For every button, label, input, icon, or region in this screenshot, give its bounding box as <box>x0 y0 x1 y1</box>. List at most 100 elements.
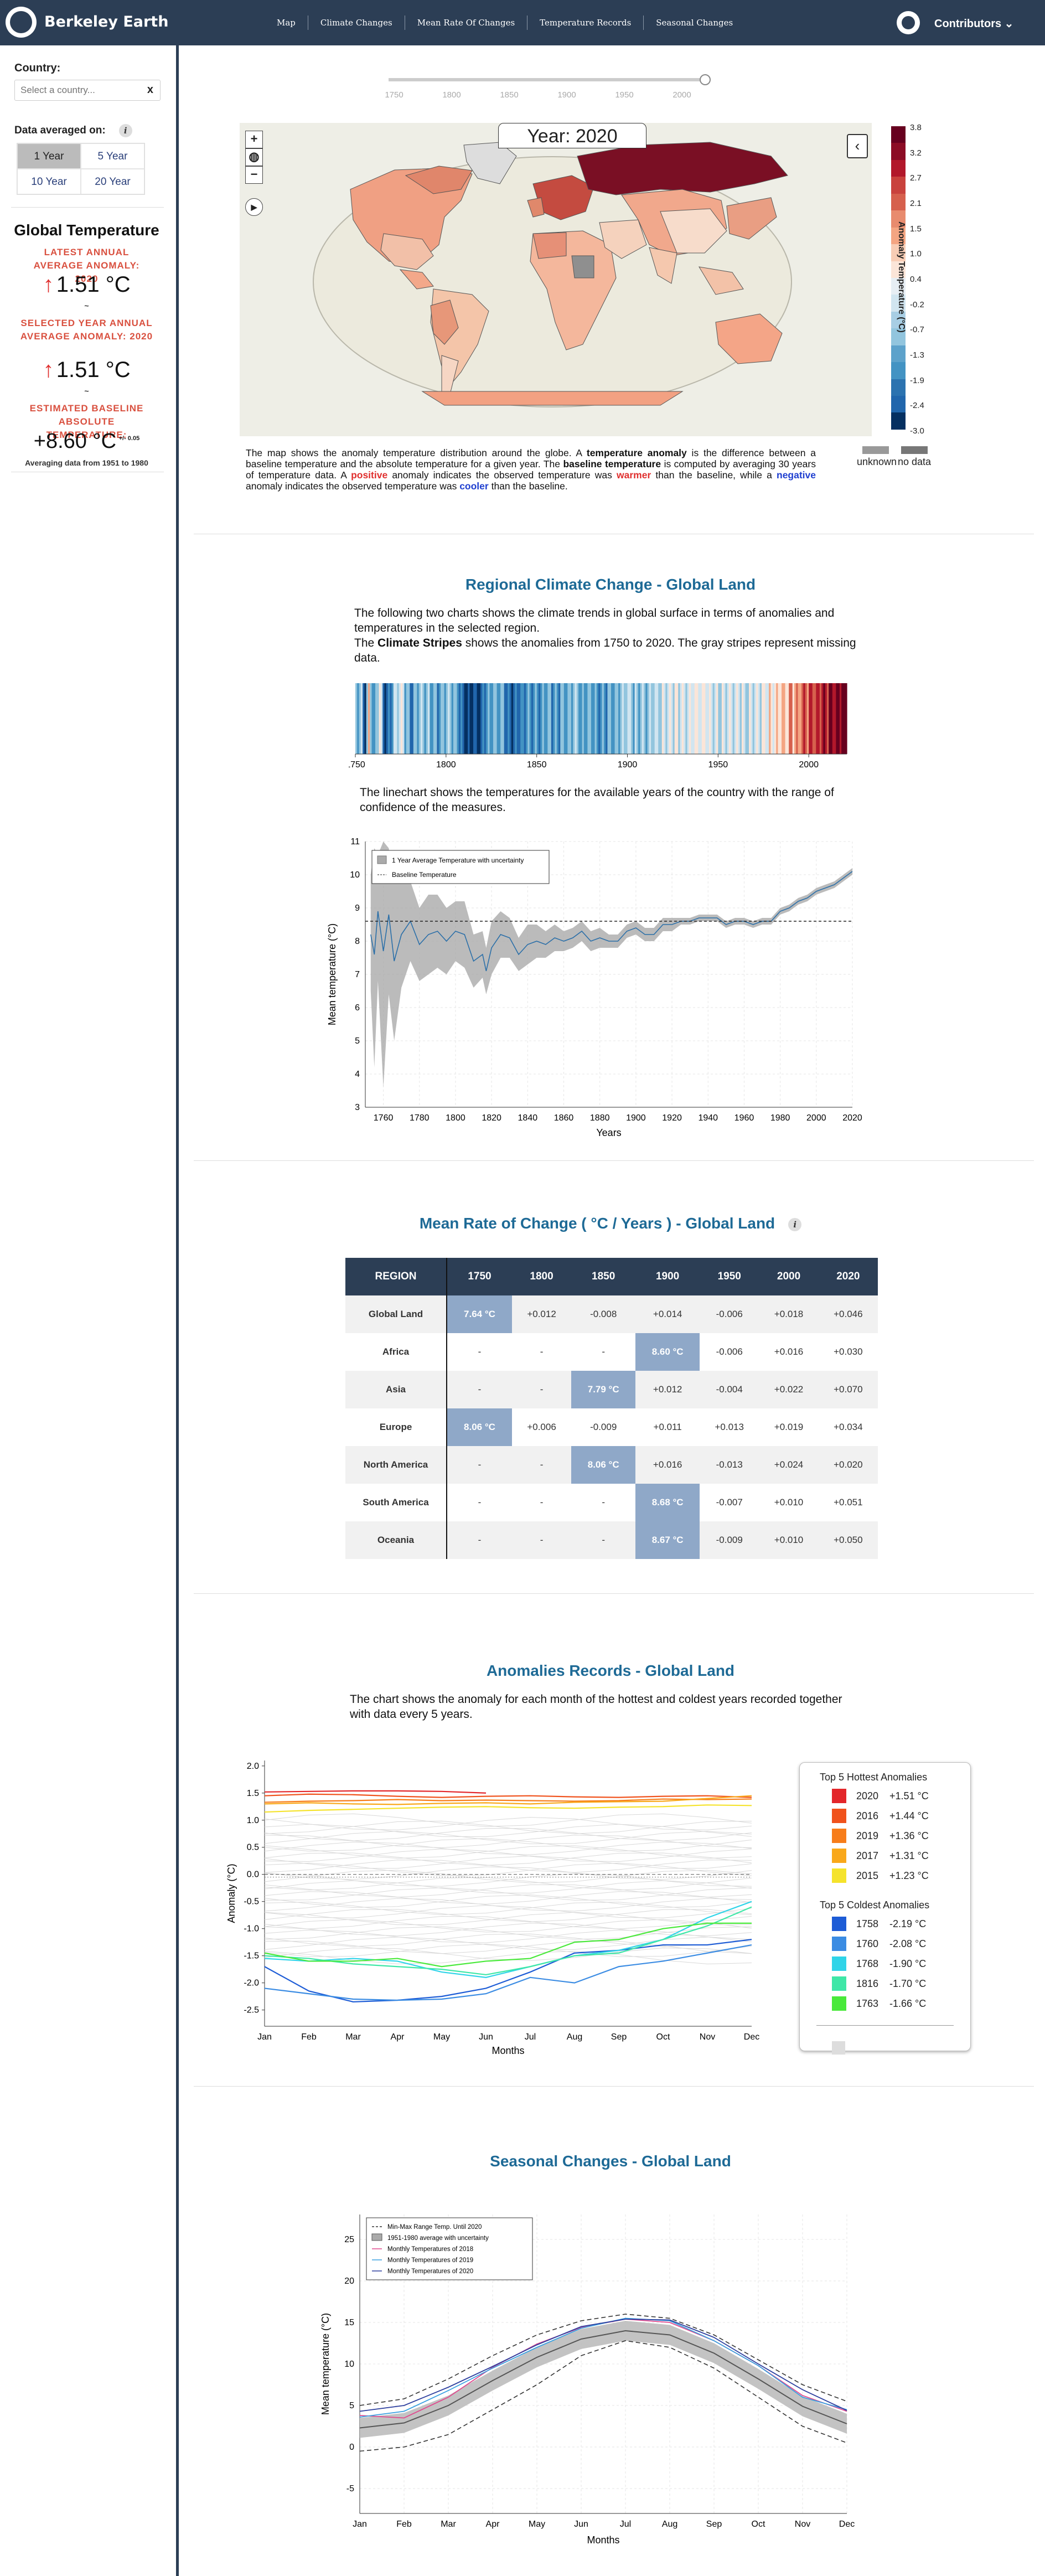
table-header-cell[interactable]: 2000 <box>759 1258 819 1295</box>
avg-option-5-year[interactable]: 5 Year <box>81 143 144 169</box>
info-icon[interactable]: i <box>788 1217 802 1231</box>
avg-option-10-year[interactable]: 10 Year <box>17 169 81 194</box>
y-tick-label: -5 <box>346 2484 354 2494</box>
brand-title[interactable]: Berkeley Earth <box>44 13 168 30</box>
nav-temperature-records[interactable]: Temperature Records <box>527 16 644 30</box>
world-map[interactable] <box>240 123 872 436</box>
legend-item[interactable]: 2016 +1.44 °C <box>832 1809 970 1823</box>
table-header-cell[interactable]: 1800 <box>511 1258 572 1295</box>
nav-climate-changes[interactable]: Climate Changes <box>308 16 405 30</box>
legend-item[interactable]: 1760 -2.08 °C <box>832 1937 970 1951</box>
legend-group-title: Top 5 Hottest Anomalies <box>820 1772 928 1783</box>
table-cell: -0.013 <box>700 1446 759 1484</box>
nav-map[interactable]: Map <box>271 16 308 30</box>
latest-anomaly-row: ↑ 1.51 °C <box>0 272 173 297</box>
x-tick-label: Dec <box>839 2520 855 2529</box>
table-header-cell[interactable]: 1850 <box>571 1258 636 1295</box>
background-year-line <box>264 1940 752 1954</box>
legend-item[interactable]: 2019 +1.36 °C <box>832 1829 970 1843</box>
clear-icon[interactable]: x <box>147 84 153 96</box>
table-cell: 7.79 °C <box>571 1371 636 1408</box>
legend-label: Monthly Temperatures of 2020 <box>387 2268 473 2275</box>
x-tick-label: Jun <box>479 2032 493 2042</box>
legend-item[interactable]: 1763 -1.66 °C <box>832 1996 970 2011</box>
table-cell: Global Land <box>345 1295 447 1333</box>
legend-color-step <box>891 362 906 379</box>
x-axis-label: Months <box>587 2534 619 2546</box>
legend-swatch <box>832 1956 846 1971</box>
baseline-note: Averaging data from 1951 to 1980 <box>25 458 148 467</box>
berkeley-earth-logo-icon[interactable] <box>6 7 37 38</box>
baseline-value: +8.60 °C <box>33 430 117 453</box>
arrow-up-icon: ↑ <box>43 272 54 297</box>
table-cell: +0.016 <box>635 1446 700 1484</box>
globe-icon[interactable]: ◍ <box>245 148 263 166</box>
chevron-left-icon[interactable]: ‹ <box>847 134 868 158</box>
table-header-cell[interactable]: 1950 <box>700 1258 759 1295</box>
slider-tick-label: 1800 <box>442 90 461 100</box>
legend-item[interactable]: 2015 +1.23 °C <box>832 1868 970 1883</box>
anomaly-line-2020 <box>264 1790 487 1794</box>
legend-item[interactable]: 1816 -1.70 °C <box>832 1976 970 1991</box>
zoom-in-button[interactable]: + <box>245 131 263 148</box>
selected-anomaly-value: 1.51 °C <box>56 358 131 382</box>
sidebar: Country: x Data averaged on: i 1 Year 5 Y… <box>0 45 179 2576</box>
country-antarctica[interactable] <box>421 391 684 406</box>
table-cell: +0.016 <box>774 1346 804 1357</box>
country-russia[interactable] <box>577 142 788 195</box>
avg-option-20-year[interactable]: 20 Year <box>81 169 144 194</box>
y-tick-label: 1.5 <box>247 1789 259 1798</box>
y-tick-label: 0.5 <box>247 1843 259 1852</box>
year-slider-handle[interactable] <box>700 74 711 85</box>
nav-seasonal-changes[interactable]: Seasonal Changes <box>644 16 745 30</box>
table-cell: Oceania <box>345 1521 447 1559</box>
table-cell: 8.06 °C <box>571 1446 636 1484</box>
y-axis-label: Anomaly (°C) <box>226 1863 237 1923</box>
no-data-label: no data <box>898 456 932 467</box>
table-row: Africa - - - 8.60 °C -0.006 +0.016 +0.030 <box>345 1333 878 1371</box>
legend-item[interactable]: 2017 +1.31 °C <box>832 1849 970 1863</box>
seasonal-changes-chart[interactable]: -5 0 5 10 15 20 25 Jan Feb Mar Apr May Jun Jul Aug Sep O… <box>315 2198 869 2558</box>
avg-option-1-year[interactable]: 1 Year <box>17 143 81 169</box>
temperature-line-chart[interactable]: 3 4 5 6 7 8 9 10 11 1760 1780 1800 1820 1840 1860 1880 1… <box>315 830 869 1146</box>
x-tick-label: 1900 <box>626 1113 646 1123</box>
table-header-cell[interactable]: 1900 <box>635 1258 700 1295</box>
climate-stripes-chart[interactable]: 1750 1800 1850 1900 1950 2000 <box>349 681 858 770</box>
country-no-data-africa[interactable] <box>571 255 594 278</box>
legend-label: 1951-1980 average with uncertainty <box>387 2235 489 2242</box>
country-select[interactable]: x <box>14 80 161 101</box>
table-cell: +0.010 <box>759 1521 819 1559</box>
table-cell: +0.012 <box>511 1295 572 1333</box>
table-cell: - <box>540 1346 544 1357</box>
country-algeria[interactable] <box>532 232 567 259</box>
legend-tick-label: -0.7 <box>910 325 924 335</box>
table-header-cell[interactable]: 1750 <box>447 1258 512 1295</box>
table-header-cell[interactable]: 2020 <box>818 1258 878 1295</box>
table-header-cell[interactable]: REGION <box>345 1258 447 1295</box>
github-icon[interactable] <box>897 11 920 34</box>
y-tick-label: 1.0 <box>247 1816 259 1825</box>
info-icon[interactable]: i <box>118 124 132 137</box>
y-tick-label: 0.0 <box>247 1870 259 1880</box>
legend-swatch-other-years[interactable] <box>832 2041 845 2054</box>
x-tick-label: 1780 <box>410 1113 430 1123</box>
country-search-input[interactable] <box>15 80 143 100</box>
legend-year: 1760 <box>856 1938 879 1949</box>
section-divider <box>194 1160 1034 1161</box>
play-button[interactable]: ▶ <box>245 198 263 216</box>
legend-item[interactable]: 2020 +1.51 °C <box>832 1789 970 1803</box>
legend-value: +1.51 °C <box>889 1790 929 1801</box>
legend-item[interactable]: 1758 -2.19 °C <box>832 1917 970 1931</box>
rate-title-row: Mean Rate of Change ( °C / Years ) - Glo… <box>176 1215 1045 1232</box>
nav-mean-rate[interactable]: Mean Rate Of Changes <box>405 16 528 30</box>
contributors-dropdown[interactable]: Contributors ⌄ <box>934 17 1013 30</box>
anomalies-records-chart[interactable]: -2.5 -2.0 -1.5 -1.0 -0.5 0.0 0.5 1.0 1.5 2.0 Jan Fe… <box>220 1749 774 2065</box>
table-cell: North America <box>345 1446 447 1484</box>
y-axis-label: Mean temperature (°C) <box>320 2313 331 2415</box>
stripe-tick-label: 1800 <box>436 760 456 770</box>
zoom-out-button[interactable]: − <box>245 166 263 184</box>
table-row: Europe 8.06 °C +0.006 -0.009 +0.011 +0.013 +0.… <box>345 1408 878 1446</box>
legend-item[interactable]: 1768 -1.90 °C <box>832 1956 970 1971</box>
climate-stripes-term: Climate Stripes <box>377 637 462 649</box>
year-slider[interactable]: 1750 1800 1850 1900 1950 2000 <box>382 71 725 104</box>
